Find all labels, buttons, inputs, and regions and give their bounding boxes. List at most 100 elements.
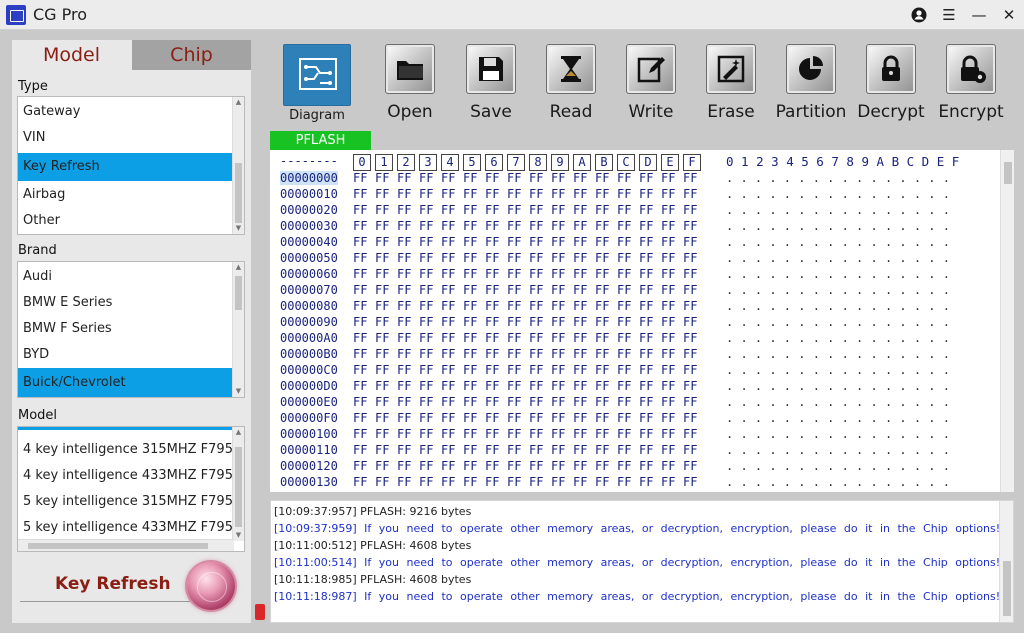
scroll-down-icon[interactable]: ▼ xyxy=(233,530,244,541)
hex-byte[interactable]: FF xyxy=(639,170,653,186)
scroll-down-icon[interactable]: ▼ xyxy=(233,386,244,397)
type-list[interactable]: Gateway VIN Key Refresh Airbag Other ▲ ▼ xyxy=(17,96,245,235)
hex-byte[interactable]: FF xyxy=(353,218,367,234)
hex-byte[interactable]: FF xyxy=(683,410,697,426)
hex-byte[interactable]: FF xyxy=(639,234,653,250)
hex-byte[interactable]: FF xyxy=(529,330,543,346)
hex-byte[interactable]: FF xyxy=(375,234,389,250)
hex-byte[interactable]: FF xyxy=(617,426,631,442)
hex-byte[interactable]: FF xyxy=(485,378,499,394)
hex-byte[interactable]: FF xyxy=(595,362,609,378)
hex-byte[interactable]: FF xyxy=(573,410,587,426)
hex-byte[interactable]: FF xyxy=(375,378,389,394)
hex-byte[interactable]: FF xyxy=(661,234,675,250)
hex-byte[interactable]: FF xyxy=(507,202,521,218)
hex-byte[interactable]: FF xyxy=(375,170,389,186)
hex-byte[interactable]: FF xyxy=(507,378,521,394)
hex-row[interactable]: 00000050 FF FF FF FF FF FF FF FF FF FF FF FF FF FF FF FF… xyxy=(280,250,950,266)
hex-byte[interactable]: FF xyxy=(463,474,477,490)
hex-row[interactable]: 00000040 FF FF FF FF FF FF FF FF FF FF FF FF FF FF FF FF… xyxy=(280,234,950,250)
hex-byte[interactable]: FF xyxy=(419,474,433,490)
hex-byte[interactable]: FF xyxy=(353,346,367,362)
hex-byte[interactable]: FF xyxy=(463,218,477,234)
hex-byte[interactable]: FF xyxy=(419,282,433,298)
hex-byte[interactable]: FF xyxy=(397,410,411,426)
hex-byte[interactable]: FF xyxy=(375,394,389,410)
hex-byte[interactable]: FF xyxy=(375,442,389,458)
hex-row[interactable]: 000000D0 FF FF FF FF FF FF FF FF FF FF FF FF FF FF FF FF… xyxy=(280,378,950,394)
hex-byte[interactable]: FF xyxy=(485,314,499,330)
hex-byte[interactable]: FF xyxy=(397,314,411,330)
hex-byte[interactable]: FF xyxy=(463,282,477,298)
hex-byte[interactable]: FF xyxy=(441,378,455,394)
hex-byte[interactable]: FF xyxy=(397,298,411,314)
hex-row[interactable]: 00000100 FF FF FF FF FF FF FF FF FF FF FF FF FF FF FF FF… xyxy=(280,426,950,442)
hex-byte[interactable]: FF xyxy=(551,250,565,266)
hex-byte[interactable]: FF xyxy=(463,346,477,362)
encrypt-button[interactable]: Encrypt xyxy=(931,44,1011,128)
hex-byte[interactable]: FF xyxy=(507,426,521,442)
hex-byte[interactable]: FF xyxy=(485,202,499,218)
hex-byte[interactable]: FF xyxy=(573,266,587,282)
hex-row[interactable]: 000000A0 FF FF FF FF FF FF FF FF FF FF FF FF FF FF FF FF… xyxy=(280,330,950,346)
hex-byte[interactable]: FF xyxy=(353,202,367,218)
hex-byte[interactable]: FF xyxy=(463,298,477,314)
hex-byte[interactable]: FF xyxy=(683,426,697,442)
menu-icon[interactable]: ☰ xyxy=(938,5,960,25)
hex-row[interactable]: 000000E0 FF FF FF FF FF FF FF FF FF FF FF FF FF FF FF FF… xyxy=(280,394,950,410)
scroll-thumb[interactable] xyxy=(1004,162,1012,184)
hex-byte[interactable]: FF xyxy=(551,378,565,394)
list-item[interactable]: 5 key intelligence 433MHZ F7952E xyxy=(18,515,234,541)
hex-byte[interactable]: FF xyxy=(683,378,697,394)
hex-row[interactable]: 00000080 FF FF FF FF FF FF FF FF FF FF FF FF FF FF FF FF… xyxy=(280,298,950,314)
hex-byte[interactable]: FF xyxy=(595,426,609,442)
hex-byte[interactable]: FF xyxy=(683,250,697,266)
tab-pflash[interactable]: PFLASH xyxy=(270,131,371,150)
hex-byte[interactable]: FF xyxy=(507,170,521,186)
hex-byte[interactable]: FF xyxy=(353,410,367,426)
list-item-selected[interactable]: Buick/Chevrolet xyxy=(18,368,234,397)
hex-byte[interactable]: FF xyxy=(397,346,411,362)
hex-byte[interactable]: FF xyxy=(683,170,697,186)
hex-byte[interactable]: FF xyxy=(463,202,477,218)
hex-row[interactable]: 00000010 FF FF FF FF FF FF FF FF FF FF FF FF FF FF FF FF… xyxy=(280,186,950,202)
hex-byte[interactable]: FF xyxy=(419,298,433,314)
hex-byte[interactable]: FF xyxy=(485,474,499,490)
hex-byte[interactable]: FF xyxy=(551,266,565,282)
hex-byte[interactable]: FF xyxy=(551,186,565,202)
hex-byte[interactable]: FF xyxy=(507,250,521,266)
hex-byte[interactable]: FF xyxy=(485,298,499,314)
hex-byte[interactable]: FF xyxy=(529,458,543,474)
hex-byte[interactable]: FF xyxy=(639,266,653,282)
hex-byte[interactable]: FF xyxy=(551,202,565,218)
hex-byte[interactable]: FF xyxy=(529,170,543,186)
hex-byte[interactable]: FF xyxy=(639,378,653,394)
hex-byte[interactable]: FF xyxy=(397,266,411,282)
hex-byte[interactable]: FF xyxy=(683,458,697,474)
hex-byte[interactable]: FF xyxy=(485,362,499,378)
hex-byte[interactable]: FF xyxy=(353,298,367,314)
hex-byte[interactable]: FF xyxy=(595,218,609,234)
hex-byte[interactable]: FF xyxy=(397,282,411,298)
hex-byte[interactable]: FF xyxy=(353,394,367,410)
hex-byte[interactable]: FF xyxy=(551,362,565,378)
hex-byte[interactable]: FF xyxy=(463,426,477,442)
hex-byte[interactable]: FF xyxy=(419,234,433,250)
hex-byte[interactable]: FF xyxy=(595,394,609,410)
hex-byte[interactable]: FF xyxy=(375,298,389,314)
hex-byte[interactable]: FF xyxy=(639,442,653,458)
list-item[interactable]: Gateway xyxy=(18,99,234,125)
hex-byte[interactable]: FF xyxy=(661,202,675,218)
hex-byte[interactable]: FF xyxy=(617,394,631,410)
hex-byte[interactable]: FF xyxy=(683,186,697,202)
hex-byte[interactable]: FF xyxy=(551,282,565,298)
close-icon[interactable]: ✕ xyxy=(998,5,1020,25)
hex-byte[interactable]: FF xyxy=(485,186,499,202)
write-button[interactable]: Write xyxy=(611,44,691,128)
hex-byte[interactable]: FF xyxy=(463,170,477,186)
hex-byte[interactable]: FF xyxy=(463,186,477,202)
hex-byte[interactable]: FF xyxy=(507,458,521,474)
hex-byte[interactable]: FF xyxy=(485,394,499,410)
list-item[interactable]: 4 key intelligence 315MHZ F7952E xyxy=(18,437,234,463)
hex-byte[interactable]: FF xyxy=(419,346,433,362)
